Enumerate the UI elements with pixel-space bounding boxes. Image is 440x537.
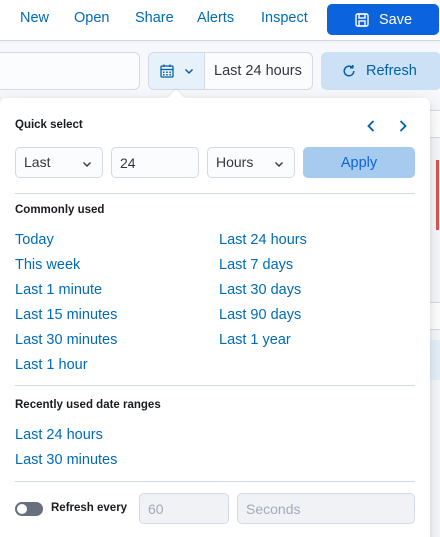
quick-select-heading: Quick select [15,119,83,131]
range-last-1-hour[interactable]: Last 1 hour [15,357,88,373]
range-this-week[interactable]: This week [15,257,80,273]
auto-refresh-toggle[interactable] [15,502,43,516]
range-last-30-days[interactable]: Last 30 days [219,282,301,298]
new-link[interactable]: New [20,10,49,26]
save-button[interactable]: Save [327,4,439,35]
calendar-icon [159,64,174,78]
time-range-display[interactable]: Last 24 hours [214,63,302,79]
share-link[interactable]: Share [135,10,174,26]
commonly-used-heading: Commonly used [15,204,105,216]
refresh-button[interactable]: Refresh [321,52,440,90]
chevron-down-icon [275,162,283,167]
chevron-down-icon [184,68,193,75]
background-error-marker [436,160,439,230]
top-nav-bar: New Open Share Alerts Inspect Save [0,0,440,41]
save-icon [355,12,369,27]
refresh-button-label: Refresh [366,63,417,79]
range-last-30-minutes[interactable]: Last 30 minutes [15,332,117,348]
divider [15,385,415,386]
unit-select[interactable]: Hours [207,147,295,178]
refresh-unit-select[interactable]: Seconds [237,493,415,524]
divider [15,193,415,194]
query-input[interactable] [0,52,140,90]
refresh-every-label: Refresh every [51,502,128,514]
next-range-button[interactable] [394,117,412,135]
chevron-down-icon [83,162,91,167]
unit-value: Hours [216,154,254,170]
recently-used-heading: Recently used date ranges [15,399,161,411]
range-last-1-year[interactable]: Last 1 year [219,332,291,348]
range-last-1-minute[interactable]: Last 1 minute [15,282,102,298]
quick-select-toggle[interactable] [149,53,205,89]
refresh-interval-input[interactable]: 60 [139,493,229,524]
date-picker[interactable]: Last 24 hours [148,52,313,90]
inspect-link[interactable]: Inspect [261,10,308,26]
chevron-right-icon [399,120,407,132]
apply-button[interactable]: Apply [303,147,415,178]
toggle-knob [16,503,28,515]
recent-range-item[interactable]: Last 24 hours [15,427,103,443]
open-link[interactable]: Open [74,10,109,26]
refresh-icon [343,65,355,77]
range-last-90-days[interactable]: Last 90 days [219,307,301,323]
chevron-left-icon [367,120,375,132]
direction-value: Last [24,154,51,170]
previous-range-button[interactable] [362,117,380,135]
range-last-24-hours[interactable]: Last 24 hours [219,232,307,248]
save-button-label: Save [378,11,413,28]
range-last-7-days[interactable]: Last 7 days [219,257,293,273]
range-last-15-minutes[interactable]: Last 15 minutes [15,307,117,323]
range-today[interactable]: Today [15,232,54,248]
quantity-input[interactable]: 24 [111,147,199,178]
recent-range-item[interactable]: Last 30 minutes [15,452,117,468]
divider [15,481,415,482]
alerts-link[interactable]: Alerts [197,10,234,26]
direction-select[interactable]: Last [15,147,103,178]
